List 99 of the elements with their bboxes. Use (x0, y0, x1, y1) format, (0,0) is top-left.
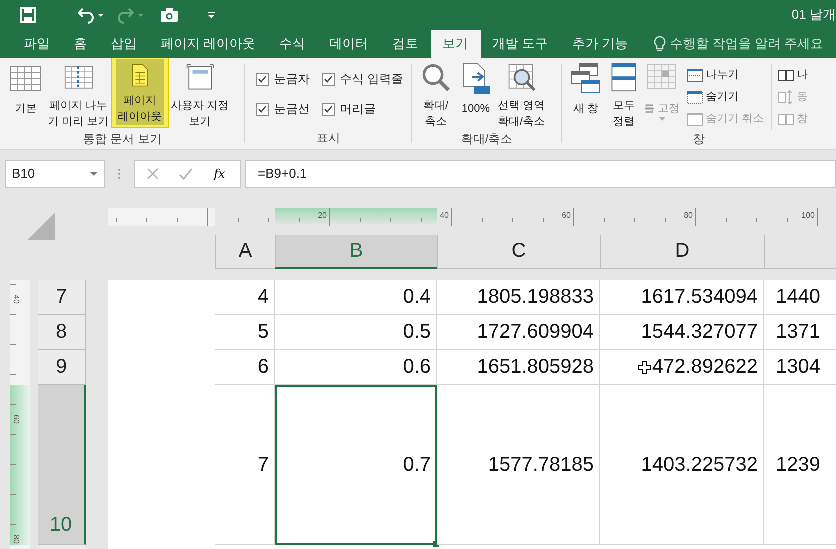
hidden-window-icon (687, 90, 704, 104)
ruler-label: 100 (802, 211, 815, 220)
table-cell[interactable]: 1544.327077 (600, 315, 764, 350)
windows-icon (570, 63, 602, 95)
split-window-icon (687, 68, 704, 82)
row-header[interactable]: 7 (38, 280, 86, 315)
table-cell[interactable]: 0.4 (275, 280, 437, 315)
table-cell[interactable]: 1805.198833 (437, 280, 600, 315)
window-title: 01 날개 (792, 6, 836, 24)
ruler-label: 40 (440, 211, 449, 220)
ribbon-tab[interactable]: 삽입 (99, 30, 149, 58)
customize-icon[interactable] (208, 12, 215, 18)
table-cell[interactable]: 1239 (764, 385, 836, 545)
ribbon-tab[interactable]: 검토 (380, 30, 431, 58)
ruler-label: 60 (562, 211, 571, 220)
ribbon-button[interactable]: 확대/ 축소 (418, 58, 454, 130)
ribbon-button[interactable]: 100% (458, 58, 494, 130)
ribbon-button[interactable]: 페이지 레이아웃 (116, 59, 164, 125)
ruler-label: 20 (318, 211, 327, 220)
group-label: 표시 (316, 130, 342, 147)
ribbon-button[interactable]: 나 (776, 64, 810, 86)
ribbon-button[interactable]: 페이지 나누 기 미리 보기 (46, 58, 112, 130)
checkbox[interactable] (256, 102, 269, 116)
dashed-grid-icon (62, 63, 95, 92)
ribbon-tab[interactable]: 보기 (430, 30, 481, 58)
grip-icon (118, 168, 121, 180)
ribbon-button[interactable]: 사용자 지정 보기 (169, 58, 232, 130)
ribbon-button[interactable]: 기본 (8, 58, 44, 130)
reset-window-icon (778, 112, 794, 126)
table-cell[interactable]: 0.6 (275, 350, 437, 385)
caret-icon (138, 14, 144, 16)
insert-function-button[interactable]: fx (214, 165, 226, 183)
side-by-side-icon (778, 68, 794, 82)
table-cell[interactable]: 1440 (764, 280, 836, 315)
name-box[interactable]: B10 (5, 160, 105, 188)
checkbox-label: 눈금자 (274, 71, 310, 88)
caret-icon[interactable] (98, 14, 104, 16)
checkbox[interactable] (322, 72, 335, 86)
ruler[interactable]: 20 40 60 80 100 (108, 208, 836, 226)
undo-icon[interactable] (78, 6, 94, 24)
ribbon-tab[interactable]: 개발 도구 (480, 30, 560, 58)
check-icon[interactable] (179, 168, 193, 180)
ribbon-tab[interactable]: 데이터 (318, 30, 381, 58)
checkbox[interactable] (322, 102, 335, 116)
checkbox-label: 눈금선 (274, 101, 310, 118)
window-frame-icon (184, 63, 216, 92)
formula-field[interactable]: =B9+0.1 (245, 160, 836, 188)
checkbox-label: 머리글 (340, 101, 376, 118)
column-header[interactable]: A (215, 235, 275, 269)
ruler[interactable]: 40 60 80 (10, 280, 30, 549)
ruler-label: 80 (684, 211, 693, 220)
ribbon-button[interactable]: 모두 정렬 (606, 58, 642, 130)
group-label: 창 (692, 131, 706, 148)
magnifier-icon (420, 63, 452, 92)
table-cell[interactable]: 0.5 (275, 315, 437, 350)
ribbon-tab[interactable]: 추가 기능 (560, 30, 640, 58)
column-header[interactable]: B (275, 235, 437, 269)
save-icon[interactable] (20, 7, 36, 23)
table-cell[interactable]: 1727.609904 (437, 315, 600, 350)
ribbon-tab[interactable]: 홈 (62, 30, 99, 58)
row-header[interactable]: 9 (38, 350, 86, 385)
checkbox-label: 수식 입력줄 (340, 71, 404, 88)
table-cell[interactable]: 5 (215, 315, 275, 350)
table-cell[interactable]: 6 (215, 350, 275, 385)
column-header[interactable]: D (600, 235, 764, 269)
camera-icon[interactable] (161, 8, 178, 22)
table-cell[interactable]: 1304 (764, 350, 836, 385)
ribbon-button[interactable]: 새 창 (568, 58, 604, 130)
table-cell[interactable]: 1403.225732 (600, 385, 764, 545)
ruler-label: 40 (12, 295, 21, 304)
checkbox[interactable] (256, 72, 269, 86)
table-cell[interactable]: 1371 (764, 315, 836, 350)
ruler-label: 60 (12, 415, 21, 424)
ribbon-tab[interactable]: 수식 (268, 30, 318, 58)
caret-icon (658, 117, 666, 121)
group-label: 확대/축소 (460, 131, 514, 148)
ribbon-button[interactable]: 숨기기 (685, 86, 766, 108)
group-label: 통합 문서 보기 (82, 131, 163, 148)
table-cell[interactable]: 7 (215, 385, 275, 545)
tell-me-search[interactable]: 수행할 작업을 알려 주세요 (654, 30, 824, 58)
table-cell[interactable]: 4 (215, 280, 275, 315)
lightbulb-icon (654, 36, 666, 52)
column-header[interactable]: C (437, 235, 600, 269)
table-cell[interactable]: 0.7 (275, 385, 437, 545)
table-cell[interactable]: 1617.534094 (600, 280, 764, 315)
table-cell[interactable]: 1651.805928 (437, 350, 600, 385)
row-header[interactable]: 10 (38, 385, 86, 545)
ribbon-button[interactable]: 나누기 (685, 64, 766, 86)
sync-scroll-icon (778, 90, 794, 104)
ribbon-button[interactable]: 선택 영역 확대/축소 (496, 58, 548, 130)
window-icon (687, 112, 704, 126)
table-cell[interactable]: 1577.78185 (437, 385, 600, 545)
row-header[interactable]: 8 (38, 315, 86, 350)
ribbon-tab[interactable]: 페이지 레이아웃 (149, 30, 268, 58)
redo-icon (118, 6, 134, 24)
ruler-label: 80 (12, 535, 21, 544)
dropdown-icon[interactable] (90, 172, 98, 176)
ribbon-tab[interactable]: 파일 (12, 30, 62, 58)
cell-text: 472.892622 (652, 355, 758, 380)
